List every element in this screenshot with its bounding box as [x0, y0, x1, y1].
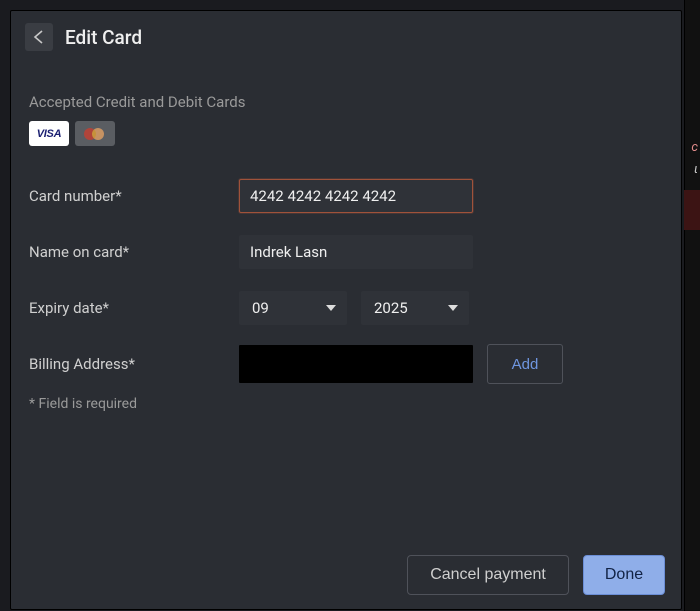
modal-footer: Cancel payment Done	[407, 555, 665, 595]
bg-char-c: c	[691, 140, 698, 155]
expiry-month-select[interactable]: 09	[239, 291, 347, 325]
done-button[interactable]: Done	[583, 555, 665, 595]
label-expiry: Expiry date*	[29, 299, 239, 317]
row-expiry: Expiry date* 09 2025	[29, 280, 663, 336]
back-button[interactable]	[25, 23, 53, 51]
modal-header: Edit Card	[11, 11, 681, 59]
label-billing-address: Billing Address*	[29, 355, 239, 373]
mastercard-icon	[75, 121, 115, 146]
visa-card-icon: VISA	[29, 121, 69, 146]
bg-red-band	[684, 190, 700, 230]
label-card-number: Card number*	[29, 187, 239, 205]
accepted-cards-label: Accepted Credit and Debit Cards	[11, 59, 681, 121]
billing-address-box[interactable]	[239, 345, 473, 383]
required-field-note: * Field is required	[11, 392, 681, 416]
modal-title: Edit Card	[65, 26, 142, 49]
card-brand-row: VISA	[11, 121, 681, 164]
background-editor-sliver: c ι	[684, 0, 700, 611]
add-address-button[interactable]: Add	[487, 344, 563, 384]
cancel-payment-button[interactable]: Cancel payment	[407, 555, 569, 595]
edit-card-modal: Edit Card Accepted Credit and Debit Card…	[10, 10, 682, 610]
name-on-card-input[interactable]	[239, 235, 473, 269]
expiry-year-value: 2025	[374, 299, 408, 317]
row-billing-address: Billing Address* Add	[29, 336, 663, 392]
row-card-number: Card number*	[29, 168, 663, 224]
expiry-month-value: 09	[252, 299, 269, 317]
back-triangle-icon	[33, 30, 45, 44]
label-name-on-card: Name on card*	[29, 243, 239, 261]
payment-form: Card number* Name on card* Expiry date* …	[11, 164, 681, 392]
bg-char-u: ι	[694, 162, 698, 177]
visa-text: VISA	[37, 128, 61, 140]
card-number-input[interactable]	[239, 179, 473, 213]
expiry-year-select[interactable]: 2025	[361, 291, 469, 325]
row-name-on-card: Name on card*	[29, 224, 663, 280]
